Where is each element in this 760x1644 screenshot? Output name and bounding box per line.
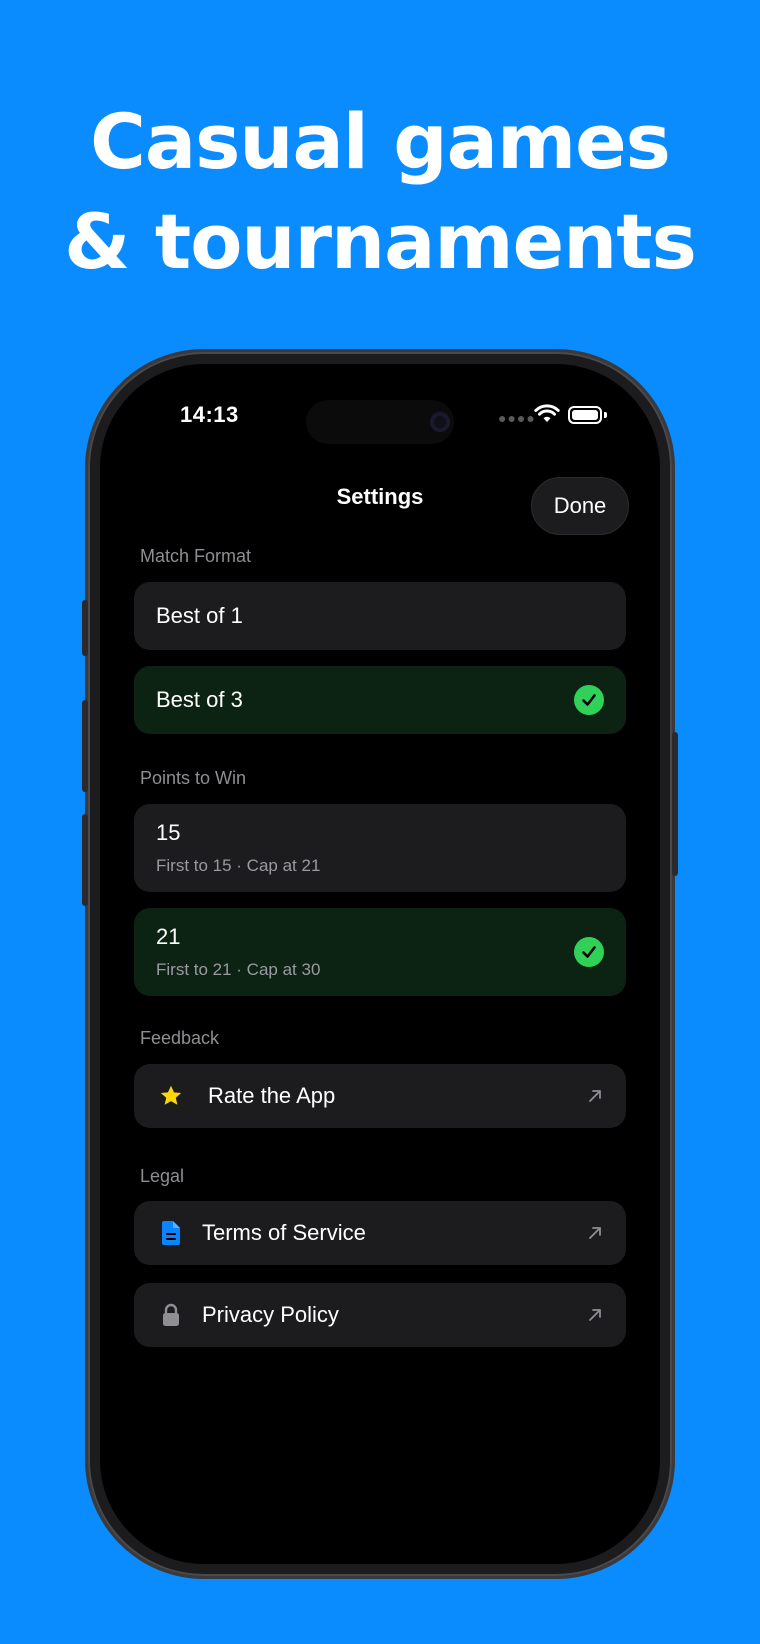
rate-app-row[interactable]: Rate the App (134, 1064, 626, 1128)
option-label: 21 (156, 924, 181, 949)
headline-line-2: & tournaments (64, 197, 697, 286)
external-link-icon (589, 1090, 601, 1102)
external-link-icon (589, 1227, 601, 1239)
battery-cap (604, 412, 607, 418)
signal-icon: ●●●● (498, 410, 536, 426)
headline-line-1: Casual games (90, 97, 671, 186)
terms-label: Terms of Service (202, 1220, 366, 1245)
option-detail: First to 15 · Cap at 21 (156, 856, 321, 875)
volume-down-button (82, 814, 88, 906)
wifi-icon (534, 404, 560, 422)
option-points-15[interactable]: 15 First to 15 · Cap at 21 (134, 804, 626, 892)
privacy-label: Privacy Policy (202, 1302, 339, 1327)
option-label: Best of 1 (156, 603, 243, 628)
checkmark-icon (574, 685, 604, 715)
action-button (82, 600, 88, 656)
side-button (672, 732, 678, 876)
status-time: 14:13 (180, 402, 239, 427)
option-points-21[interactable]: 21 First to 21 · Cap at 30 (134, 908, 626, 996)
external-link-icon (589, 1309, 601, 1321)
option-detail: First to 21 · Cap at 30 (156, 960, 321, 979)
headline: Casual games & tournaments (0, 92, 760, 292)
option-best-of-3[interactable]: Best of 3 (134, 666, 626, 734)
option-label: 15 (156, 820, 181, 845)
privacy-policy-row[interactable]: Privacy Policy (134, 1283, 626, 1347)
section-label-feedback: Feedback (140, 1028, 220, 1048)
section-label-legal: Legal (140, 1166, 185, 1186)
option-best-of-1[interactable]: Best of 1 (134, 582, 626, 650)
rate-app-label: Rate the App (208, 1083, 336, 1108)
phone-screen: 14:13 ●●●● Settings Done Match Format Be… (100, 364, 660, 1564)
star-icon (156, 1083, 186, 1109)
battery-icon (568, 406, 602, 424)
volume-up-button (82, 700, 88, 792)
lock-icon (156, 1303, 186, 1327)
done-button[interactable]: Done (531, 477, 629, 535)
checkmark-icon (574, 937, 604, 967)
section-label-match-format: Match Format (140, 546, 252, 566)
camera (430, 412, 450, 432)
section-label-points-to-win: Points to Win (140, 768, 247, 788)
document-icon (156, 1220, 186, 1246)
option-label: Best of 3 (156, 687, 243, 712)
terms-of-service-row[interactable]: Terms of Service (134, 1201, 626, 1265)
